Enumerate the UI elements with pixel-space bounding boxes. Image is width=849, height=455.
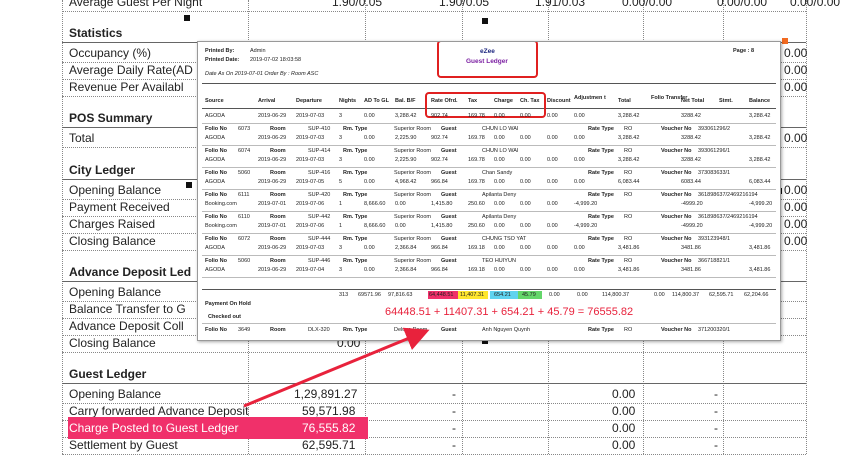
arrow-annotations	[243, 327, 430, 408]
arrow-line	[243, 327, 430, 408]
